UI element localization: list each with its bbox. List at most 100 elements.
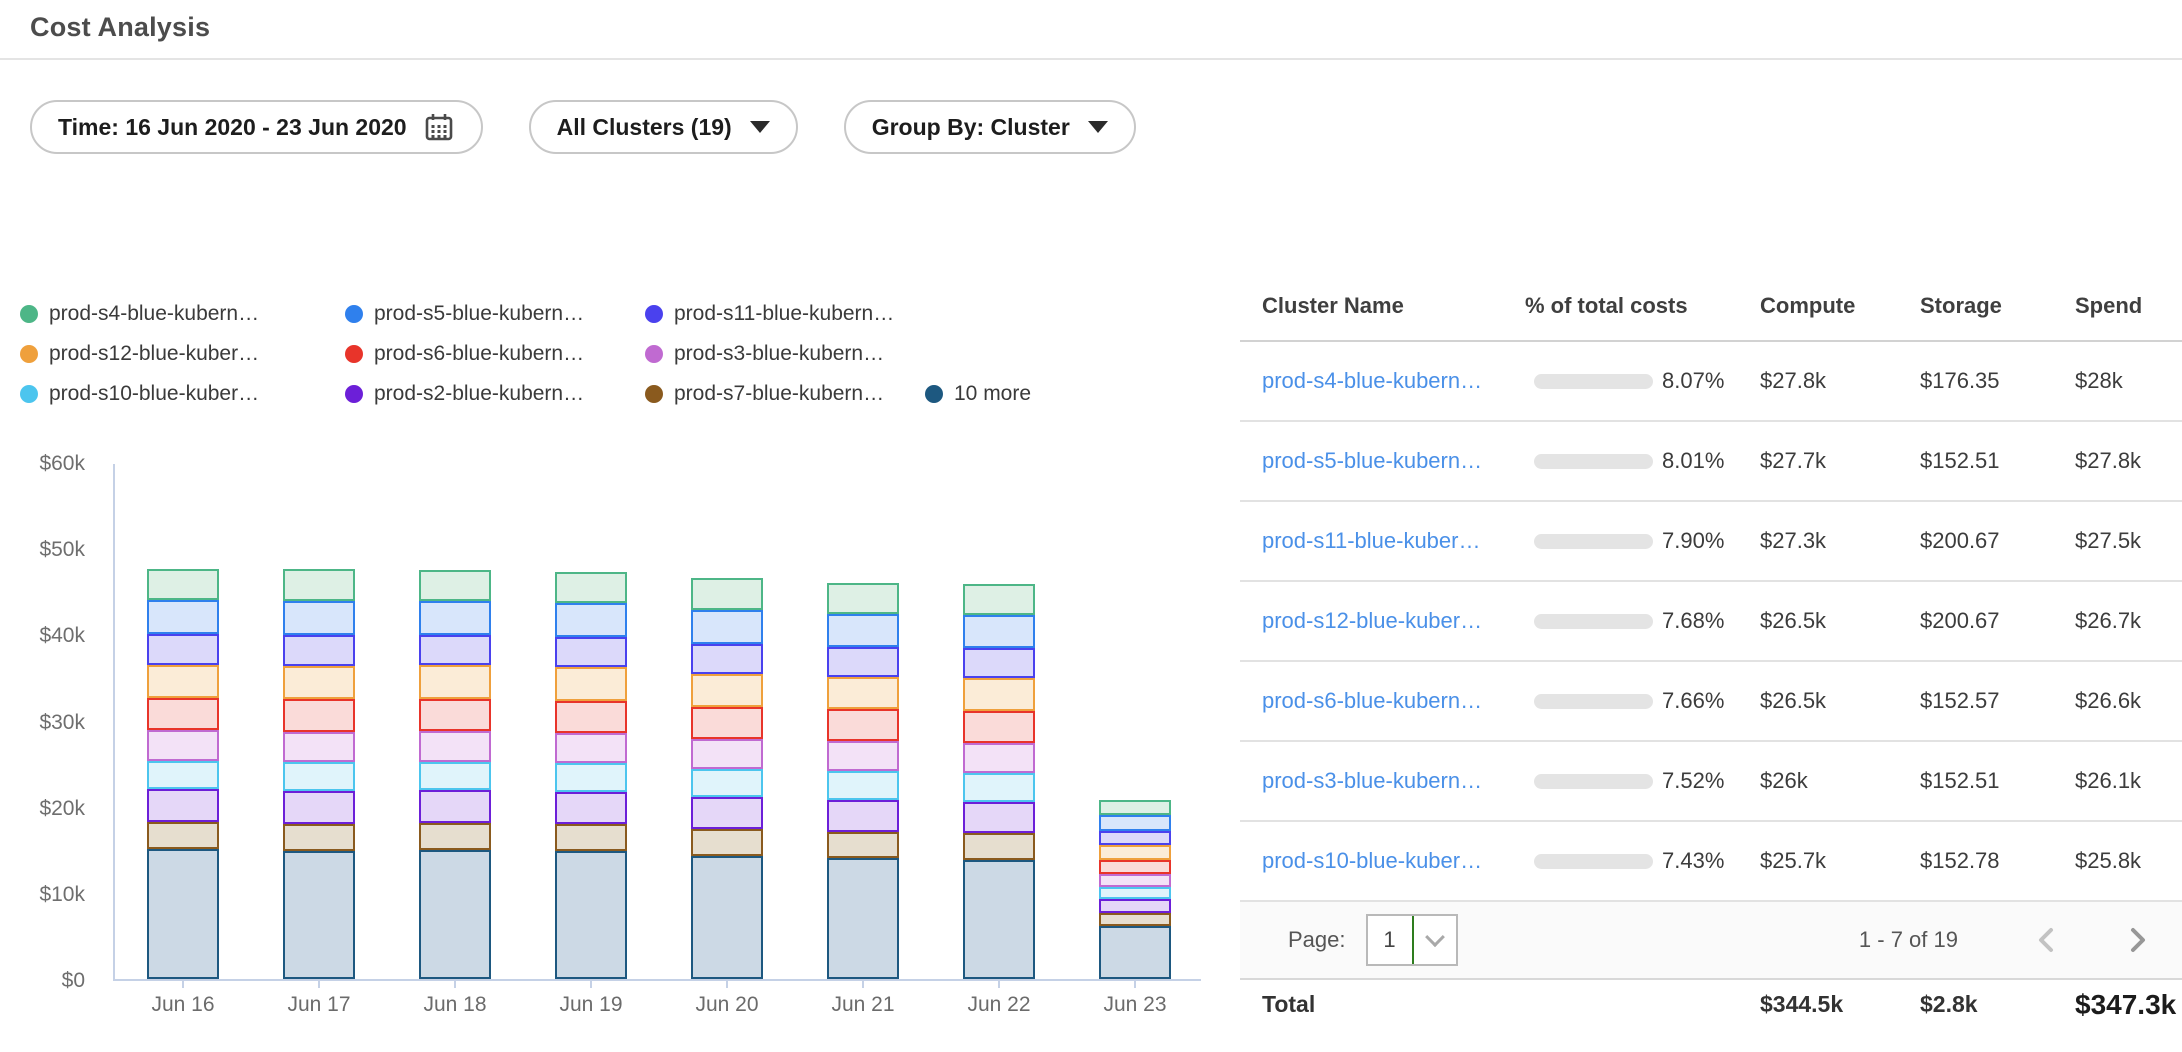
bar-segment[interactable] <box>691 797 763 829</box>
bar-segment[interactable] <box>827 647 899 676</box>
bar-segment[interactable] <box>827 858 899 979</box>
bar-segment[interactable] <box>691 644 763 674</box>
bar-segment[interactable] <box>283 762 355 791</box>
bar-segment[interactable] <box>827 709 899 741</box>
legend-item[interactable]: prod-s6-blue-kubern… <box>345 342 645 366</box>
bar-segment[interactable] <box>963 648 1035 678</box>
bar-segment[interactable] <box>283 635 355 666</box>
bar-segment[interactable] <box>147 665 219 699</box>
clusters-filter[interactable]: All Clusters (19) <box>529 100 798 154</box>
legend-item[interactable]: prod-s5-blue-kubern… <box>345 302 645 326</box>
legend-item[interactable]: prod-s7-blue-kubern… <box>645 382 925 406</box>
page-select[interactable]: 1 <box>1366 914 1458 966</box>
cluster-name-link[interactable]: prod-s6-blue-kubern… <box>1262 688 1534 714</box>
cluster-name-link[interactable]: prod-s10-blue-kuber… <box>1262 848 1534 874</box>
column-header-spend[interactable]: Spend <box>2075 293 2182 319</box>
bar-segment[interactable] <box>555 851 627 979</box>
bar-segment[interactable] <box>419 850 491 979</box>
bar-segment[interactable] <box>283 699 355 732</box>
bar-segment[interactable] <box>555 667 627 701</box>
bar-segment[interactable] <box>963 584 1035 615</box>
bar-segment[interactable] <box>283 569 355 601</box>
column-header-cluster-name[interactable]: Cluster Name <box>1262 293 1534 319</box>
bar-segment[interactable] <box>827 800 899 832</box>
bar-segment[interactable] <box>283 601 355 635</box>
bar-segment[interactable] <box>1099 845 1171 860</box>
bar-segment[interactable] <box>827 583 899 614</box>
time-range-filter[interactable]: Time: 16 Jun 2020 - 23 Jun 2020 <box>30 100 483 154</box>
column-header-storage[interactable]: Storage <box>1920 293 2075 319</box>
bar-segment[interactable] <box>1099 899 1171 913</box>
bar-segment[interactable] <box>827 677 899 710</box>
bar-segment[interactable] <box>827 614 899 648</box>
bar-segment[interactable] <box>963 773 1035 801</box>
cluster-name-link[interactable]: prod-s11-blue-kuber… <box>1262 528 1534 554</box>
bar-segment[interactable] <box>419 731 491 762</box>
bar-segment[interactable] <box>963 802 1035 834</box>
bar-segment[interactable] <box>963 615 1035 649</box>
cluster-name-link[interactable]: prod-s3-blue-kubern… <box>1262 768 1534 794</box>
bar-segment[interactable] <box>1099 831 1171 846</box>
legend-item[interactable]: prod-s10-blue-kuber… <box>20 382 345 406</box>
bar-segment[interactable] <box>419 823 491 850</box>
bar-segment[interactable] <box>147 569 219 600</box>
bar-segment[interactable] <box>555 763 627 792</box>
legend-item[interactable]: 10 more <box>925 382 1031 406</box>
bar-segment[interactable] <box>555 637 627 667</box>
bar-segment[interactable] <box>147 730 219 761</box>
bar-segment[interactable] <box>419 601 491 635</box>
bar-segment[interactable] <box>963 860 1035 979</box>
legend-item[interactable]: prod-s4-blue-kubern… <box>20 302 345 326</box>
bar-segment[interactable] <box>555 572 627 603</box>
bar-segment[interactable] <box>555 701 627 733</box>
bar-segment[interactable] <box>1099 800 1171 816</box>
bar-segment[interactable] <box>691 769 763 797</box>
bar-segment[interactable] <box>147 822 219 849</box>
bar-segment[interactable] <box>1099 913 1171 926</box>
bar-segment[interactable] <box>1099 874 1171 887</box>
bar-segment[interactable] <box>419 790 491 823</box>
bar-segment[interactable] <box>555 792 627 824</box>
bar-segment[interactable] <box>963 678 1035 711</box>
bar-segment[interactable] <box>419 570 491 601</box>
bar-segment[interactable] <box>283 791 355 824</box>
bar-segment[interactable] <box>555 733 627 763</box>
bar-segment[interactable] <box>691 707 763 739</box>
bar-segment[interactable] <box>963 711 1035 743</box>
bar-segment[interactable] <box>827 832 899 858</box>
legend-item[interactable]: prod-s12-blue-kuber… <box>20 342 345 366</box>
bar-segment[interactable] <box>691 674 763 707</box>
bar-segment[interactable] <box>691 856 763 979</box>
bar-segment[interactable] <box>147 761 219 789</box>
bar-segment[interactable] <box>147 698 219 730</box>
bar-segment[interactable] <box>283 732 355 762</box>
cluster-name-link[interactable]: prod-s12-blue-kuber… <box>1262 608 1534 634</box>
cluster-name-link[interactable]: prod-s5-blue-kubern… <box>1262 448 1534 474</box>
previous-page-button[interactable] <box>2030 923 2064 957</box>
bar-segment[interactable] <box>1099 887 1171 899</box>
bar-segment[interactable] <box>419 699 491 731</box>
cluster-name-link[interactable]: prod-s4-blue-kubern… <box>1262 368 1534 394</box>
column-header-pct-of-total-costs[interactable]: % of total costs <box>1525 293 1751 319</box>
column-header-compute[interactable]: Compute <box>1760 293 1920 319</box>
bar-segment[interactable] <box>555 824 627 851</box>
bar-segment[interactable] <box>963 833 1035 860</box>
legend-item[interactable]: prod-s11-blue-kubern… <box>645 302 925 326</box>
legend-item[interactable]: prod-s3-blue-kubern… <box>645 342 925 366</box>
bar-segment[interactable] <box>147 849 219 979</box>
bar-segment[interactable] <box>555 603 627 637</box>
bar-segment[interactable] <box>283 824 355 851</box>
bar-segment[interactable] <box>147 634 219 664</box>
group-by-filter[interactable]: Group By: Cluster <box>844 100 1136 154</box>
bar-segment[interactable] <box>419 635 491 665</box>
bar-segment[interactable] <box>691 739 763 769</box>
bar-segment[interactable] <box>1099 815 1171 831</box>
bar-segment[interactable] <box>1099 860 1171 874</box>
bar-segment[interactable] <box>691 578 763 610</box>
bar-segment[interactable] <box>147 600 219 634</box>
bar-segment[interactable] <box>419 762 491 790</box>
bar-segment[interactable] <box>1099 926 1171 979</box>
legend-item[interactable]: prod-s2-blue-kubern… <box>345 382 645 406</box>
bar-segment[interactable] <box>827 741 899 771</box>
bar-segment[interactable] <box>419 665 491 699</box>
